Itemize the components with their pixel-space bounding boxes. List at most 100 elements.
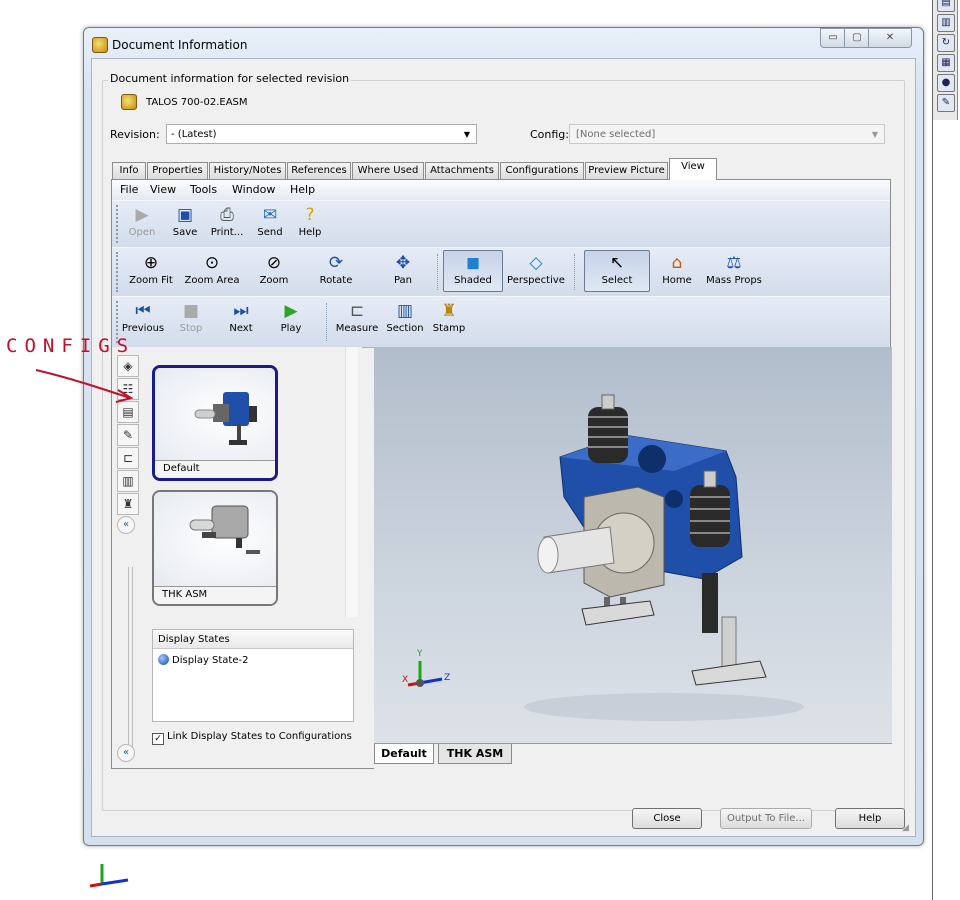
shaded-button[interactable]: ◼ Shaded — [443, 250, 503, 292]
send-button[interactable]: ✉ Send — [252, 205, 288, 238]
menu-view[interactable]: View — [150, 183, 176, 196]
zoom-fit-label: Zoom Fit — [129, 275, 173, 286]
help-toolbar-label: Help — [298, 227, 322, 238]
tab-properties[interactable]: Properties — [147, 162, 208, 179]
print-button[interactable]: ⎙ Print... — [206, 205, 248, 238]
help-toolbar-button[interactable]: ? Help — [294, 205, 326, 238]
save-button[interactable]: ▣ Save — [168, 205, 202, 238]
tab-references[interactable]: References — [287, 162, 351, 179]
collapse-panel-icon[interactable]: « — [117, 516, 135, 534]
tab-preview-picture[interactable]: Preview Picture — [585, 162, 668, 179]
zoom-area-button[interactable]: ⊙ Zoom Area — [182, 253, 242, 286]
menu-help[interactable]: Help — [290, 183, 315, 196]
menu-window[interactable]: Window — [232, 183, 275, 196]
document-information-dialog: Document Information ▭ ▢ ✕ Document info… — [83, 27, 924, 846]
pan-label: Pan — [393, 275, 413, 286]
config-thumbnail-thk-asm[interactable]: THK ASM — [152, 490, 278, 606]
previous-button[interactable]: ⏮ Previous — [120, 301, 166, 334]
resize-grip-icon[interactable]: ◢ — [902, 823, 914, 835]
shaded-cube-icon: ◼ — [465, 253, 481, 273]
play-button[interactable]: ▶ Play — [274, 301, 308, 334]
thumbnail-label: Default — [155, 460, 275, 478]
next-button[interactable]: ⏭ Next — [224, 301, 258, 334]
select-button[interactable]: ↖ Select — [584, 250, 650, 292]
tab-view[interactable]: View — [669, 158, 717, 180]
link-display-states-checkbox[interactable]: ✓ Link Display States to Configurations — [152, 731, 352, 745]
print-label: Print... — [210, 227, 244, 238]
viewer-menu-bar: File View Tools Window Help — [112, 180, 890, 200]
help-button[interactable]: Help — [835, 808, 905, 829]
help-icon: ? — [305, 205, 315, 225]
checkbox-checked-icon: ✓ — [152, 733, 164, 745]
toolbar-grip — [116, 205, 121, 243]
sheet-tab-default[interactable]: Default — [374, 744, 434, 764]
close-button[interactable]: Close — [632, 808, 702, 829]
revision-value: - (Latest) — [171, 129, 217, 140]
viewport-sheet-tabs: Default THK ASM — [374, 743, 892, 769]
tab-info[interactable]: Info — [112, 162, 146, 179]
toolbar-separator — [437, 254, 439, 290]
assembly-icon — [121, 94, 137, 110]
rotate-button[interactable]: ⟳ Rotate — [316, 253, 356, 286]
handwritten-annotation: CONFIGS — [6, 335, 136, 357]
zoom-label: Zoom — [259, 275, 289, 286]
tab-configurations[interactable]: Configurations — [500, 162, 584, 179]
collapse-bottom-icon[interactable]: « — [117, 744, 135, 762]
mass-props-button[interactable]: ⚖ Mass Props — [702, 253, 766, 286]
display-state-item[interactable]: Display State-2 — [158, 654, 248, 666]
close-window-button[interactable]: ✕ — [868, 28, 912, 48]
menu-tools[interactable]: Tools — [190, 183, 217, 196]
appearances-icon[interactable]: ● — [937, 74, 955, 92]
next-icon: ⏭ — [233, 301, 249, 321]
zoom-fit-button[interactable]: ⊕ Zoom Fit — [126, 253, 176, 286]
triad-y-label: Y — [417, 649, 423, 659]
section-panel-icon[interactable]: ▥ — [117, 470, 139, 492]
select-label: Select — [601, 275, 633, 286]
3d-viewport[interactable]: Y X Z — [374, 347, 892, 743]
stamp-icon: ♜ — [441, 301, 457, 321]
triad-z-label: Z — [444, 673, 451, 683]
chevron-down-icon: ▼ — [463, 130, 470, 139]
dialog-client: Document information for selected revisi… — [91, 58, 916, 837]
perspective-label: Perspective — [507, 275, 565, 286]
design-library-icon[interactable]: ▥ — [937, 14, 955, 32]
zoom-area-icon: ⊙ — [204, 253, 220, 273]
tab-history-notes[interactable]: History/Notes — [209, 162, 286, 179]
scale-icon: ⚖ — [726, 253, 742, 273]
animation-toolbar: ⏮ Previous ■ Stop ⏭ Next ▶ Play ⊏ Measur… — [112, 296, 890, 348]
section-button[interactable]: ▥ Section — [384, 301, 426, 334]
tab-attachments[interactable]: Attachments — [425, 162, 499, 179]
title-bar[interactable]: Document Information ▭ ▢ ✕ — [84, 28, 923, 58]
view-palette-icon[interactable]: ▦ — [937, 54, 955, 72]
zoom-button[interactable]: ⊘ Zoom — [256, 253, 292, 286]
stamp-panel-icon[interactable]: ♜ — [117, 493, 139, 515]
config-thumbnail-default[interactable]: Default — [152, 365, 278, 481]
revision-select[interactable]: - (Latest) ▼ — [166, 124, 477, 144]
app-icon — [92, 37, 108, 53]
measure-button[interactable]: ⊏ Measure — [334, 301, 380, 334]
sheet-tab-thk-asm[interactable]: THK ASM — [438, 744, 512, 764]
minimize-button[interactable]: ▭ — [820, 28, 846, 48]
stamp-button[interactable]: ♜ Stamp — [430, 301, 468, 334]
measure-panel-icon[interactable]: ⊏ — [117, 447, 139, 469]
right-tool-strip: ▤ ▥ ↻ ▦ ● ✎ — [932, 0, 960, 900]
refresh-icon[interactable]: ↻ — [937, 34, 955, 52]
perspective-button[interactable]: ◇ Perspective — [504, 253, 568, 286]
chevron-down-icon: ▼ — [871, 130, 878, 139]
measure-label: Measure — [335, 323, 379, 334]
home-label: Home — [662, 275, 692, 286]
pan-button[interactable]: ✥ Pan — [388, 253, 418, 286]
thumbnail-scrollbar[interactable] — [345, 347, 358, 617]
tab-where-used[interactable]: Where Used — [352, 162, 424, 179]
home-button[interactable]: ⌂ Home — [658, 253, 696, 286]
panel-splitter[interactable] — [128, 567, 133, 755]
resources-icon[interactable]: ▤ — [937, 0, 955, 12]
maximize-button[interactable]: ▢ — [844, 28, 870, 48]
markup-pencil-icon[interactable]: ✎ — [117, 424, 139, 446]
custom-properties-icon[interactable]: ✎ — [937, 94, 955, 112]
menu-file[interactable]: File — [120, 183, 138, 196]
send-icon: ✉ — [262, 205, 278, 225]
save-label: Save — [172, 227, 198, 238]
zoom-icon: ⊘ — [266, 253, 282, 273]
viewer-left-panel: ◈ ☷ ▤ ✎ ⊏ ▥ ♜ « « Default THK ASM Displa… — [112, 347, 362, 768]
